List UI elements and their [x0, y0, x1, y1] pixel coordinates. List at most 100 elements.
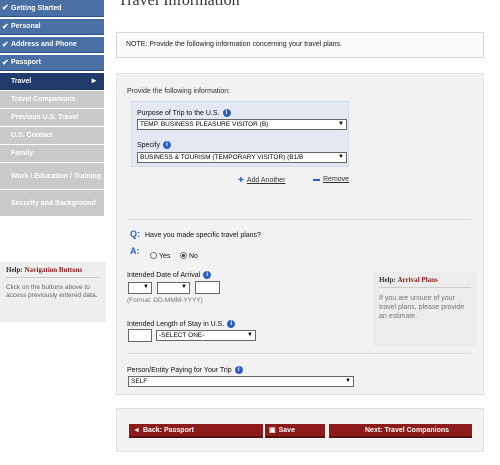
help-heading: Navigation Buttons [24, 266, 83, 274]
sidebar-item-address-and-phone[interactable]: ✔ Address and Phone [0, 37, 104, 53]
next-button-label: Next: Travel Companions [365, 427, 450, 434]
stay-unit-select[interactable]: -SELECT ONE- ▼ [156, 330, 256, 341]
specify-select[interactable]: BUSINESS & TOURISM (TEMPORARY VISITOR) (… [137, 152, 347, 163]
check-icon: ✔ [2, 22, 9, 31]
payer-select[interactable]: SELF ▼ [128, 376, 354, 387]
note-text: NOTE: Provide the following information … [126, 41, 342, 48]
check-icon: ✔ [2, 3, 9, 12]
help-arrival-panel: Help: Arrival Plans If you are unsure of… [373, 272, 477, 346]
payer-label-text: Person/Entity Paying for Your Trip [127, 367, 232, 374]
radio-no-button[interactable] [180, 252, 187, 259]
info-icon[interactable]: i [222, 109, 231, 117]
minus-icon: ▬ [313, 176, 320, 183]
help-prefix: Help: [6, 266, 23, 274]
check-icon: ✔ [2, 40, 9, 49]
chevron-down-icon: ▼ [345, 378, 351, 384]
stay-unit-value: -SELECT ONE- [159, 332, 205, 339]
payer-label: Person/Entity Paying for Your Trip i [127, 366, 243, 374]
radio-yes-button[interactable] [150, 252, 157, 259]
help-heading: Arrival Plans [397, 276, 438, 284]
remove-link[interactable]: ▬ Remove [313, 176, 349, 183]
sidebar-item-label: U.S. Contact [11, 132, 53, 139]
info-icon[interactable]: i [227, 320, 236, 328]
chevron-down-icon: ▼ [143, 284, 149, 290]
sidebar-item-travel-companions[interactable]: Travel Companions [0, 91, 104, 108]
radio-no-label: No [189, 253, 198, 260]
save-icon: ▣ [269, 427, 276, 434]
chevron-down-icon: ▼ [181, 284, 187, 290]
info-icon[interactable]: i [162, 141, 171, 149]
info-icon[interactable]: i [234, 366, 243, 374]
sidebar-item-getting-started[interactable]: ✔ Getting Started [0, 0, 104, 17]
divider [127, 219, 471, 220]
save-button-label: Save [278, 427, 295, 434]
sidebar-item-work-education[interactable]: Work / Education / Training [0, 163, 104, 189]
sidebar-item-label: Travel [11, 78, 32, 85]
sidebar-item-label: Family [11, 150, 34, 157]
travel-form: Provide the following information: Purpo… [116, 73, 484, 395]
chevron-down-icon: ▼ [338, 121, 344, 127]
divider [127, 353, 471, 354]
next-button[interactable]: Next: Travel Companions [329, 424, 472, 438]
arrival-day-select[interactable]: ▼ [128, 282, 152, 294]
specify-select-value: BUSINESS & TOURISM (TEMPORARY VISITOR) (… [140, 154, 304, 161]
add-another-link[interactable]: ✚ Add Another [238, 176, 285, 184]
sidebar-item-label: Personal [11, 23, 41, 30]
help-text: Click on the buttons above to access pre… [6, 284, 98, 299]
purpose-group: Purpose of Trip to the U.S. i TEMP. BUSIN… [131, 101, 349, 167]
arrival-month-select[interactable]: ▼ [157, 282, 190, 294]
question-marker: Q: [130, 229, 140, 239]
sidebar-item-label: Passport [11, 59, 41, 66]
payer-select-value: SELF [131, 378, 148, 385]
save-button[interactable]: ▣ Save [265, 424, 325, 438]
check-icon: ✔ [2, 58, 9, 67]
info-icon[interactable]: i [203, 271, 212, 279]
arrival-label: Intended Date of Arrival i [127, 271, 212, 279]
help-prefix: Help: [379, 276, 396, 284]
page-title: Travel Information [118, 0, 240, 9]
purpose-label: Purpose of Trip to the U.S. i [137, 109, 231, 117]
purpose-select-value: TEMP. BUSINESS PLEASURE VISITOR (B) [140, 121, 269, 128]
date-format-hint: (Format: DD-MMM-YYYY) [127, 297, 203, 304]
radio-no[interactable]: No [180, 252, 198, 260]
sidebar-item-us-contact[interactable]: U.S. Contact [0, 127, 104, 144]
specify-label: Specify i [137, 141, 171, 149]
bottom-nav-bar: ◄ Back: Passport ▣ Save Next: Travel Compa… [116, 408, 484, 452]
chevron-down-icon: ▼ [247, 332, 253, 338]
purpose-select[interactable]: TEMP. BUSINESS PLEASURE VISITOR (B) ▼ [137, 119, 347, 130]
provide-label: Provide the following information: [127, 88, 231, 95]
travel-plans-question: Have you made specific travel plans? [145, 232, 261, 239]
sidebar-item-previous-us-travel[interactable]: Previous U.S. Travel [0, 109, 104, 126]
arrival-label-text: Intended Date of Arrival [127, 272, 201, 279]
sidebar-item-family[interactable]: Family [0, 145, 104, 162]
sidebar-item-label: Getting Started [11, 4, 62, 12]
help-navigation-panel: Help: Navigation Buttons Click on the bu… [0, 262, 106, 322]
sidebar-item-travel[interactable]: Travel ► [0, 73, 104, 90]
sidebar-item-passport[interactable]: ✔ Passport [0, 55, 104, 71]
purpose-label-text: Purpose of Trip to the U.S. [137, 110, 220, 117]
back-button-label: Back: Passport [142, 427, 194, 434]
add-another-text: Add Another [246, 177, 286, 184]
answer-marker: A: [130, 246, 140, 256]
radio-yes[interactable]: Yes [150, 252, 170, 260]
chevron-down-icon: ▼ [338, 154, 344, 160]
help-title: Help: Navigation Buttons [6, 266, 100, 278]
stay-length-input[interactable] [128, 329, 152, 342]
sidebar-item-label: Address and Phone [11, 41, 77, 48]
sidebar-item-label: Security and Background [11, 199, 96, 207]
note-box: NOTE: Provide the following information … [116, 32, 484, 58]
stay-label: Intended Length of Stay in U.S. i [127, 320, 236, 328]
help-text: If you are unsure of your travel plans, … [379, 295, 465, 320]
sidebar-nav: ✔ Getting Started ✔ Personal ✔ Address a… [0, 0, 106, 217]
sidebar-item-security-background[interactable]: Security and Background [0, 190, 104, 216]
sidebar-item-personal[interactable]: ✔ Personal [0, 19, 104, 35]
sidebar-item-label: Work / Education / Training [11, 172, 102, 180]
help-title: Help: Arrival Plans [379, 276, 471, 288]
plus-icon: ✚ [238, 177, 244, 184]
sidebar-item-label: Previous U.S. Travel [11, 114, 79, 121]
specify-label-text: Specify [137, 142, 160, 149]
back-button[interactable]: ◄ Back: Passport [129, 424, 263, 438]
arrival-year-input[interactable] [195, 281, 220, 294]
sidebar-item-label: Travel Companions [11, 96, 76, 103]
stay-label-text: Intended Length of Stay in U.S. [127, 321, 225, 328]
